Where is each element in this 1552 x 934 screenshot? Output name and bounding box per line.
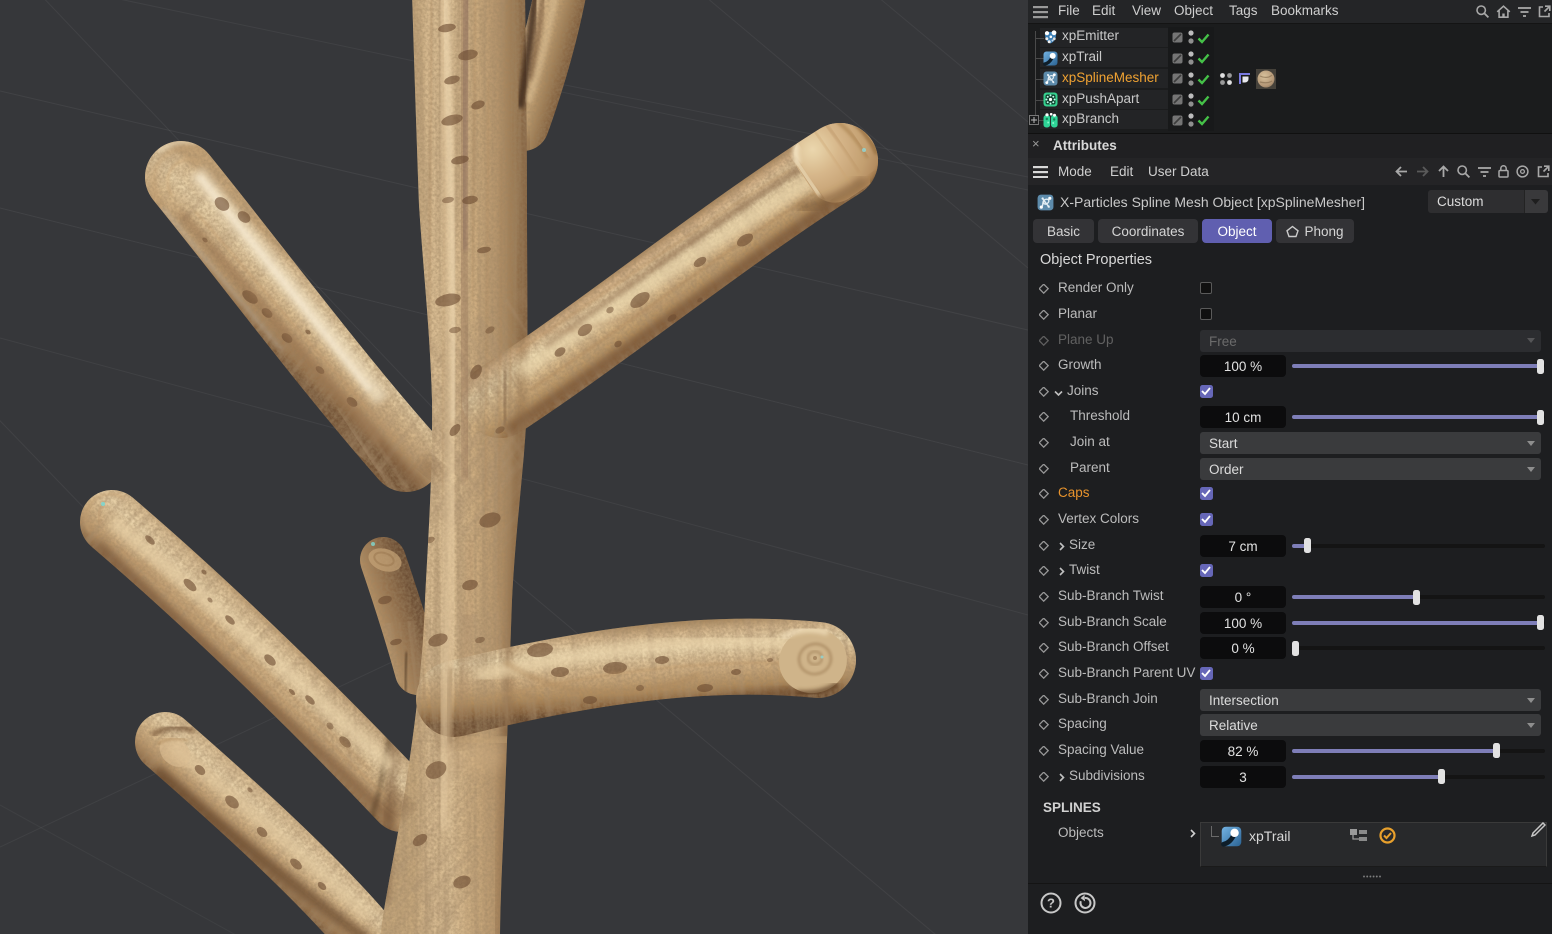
svg-text:?: ? (1047, 896, 1055, 911)
